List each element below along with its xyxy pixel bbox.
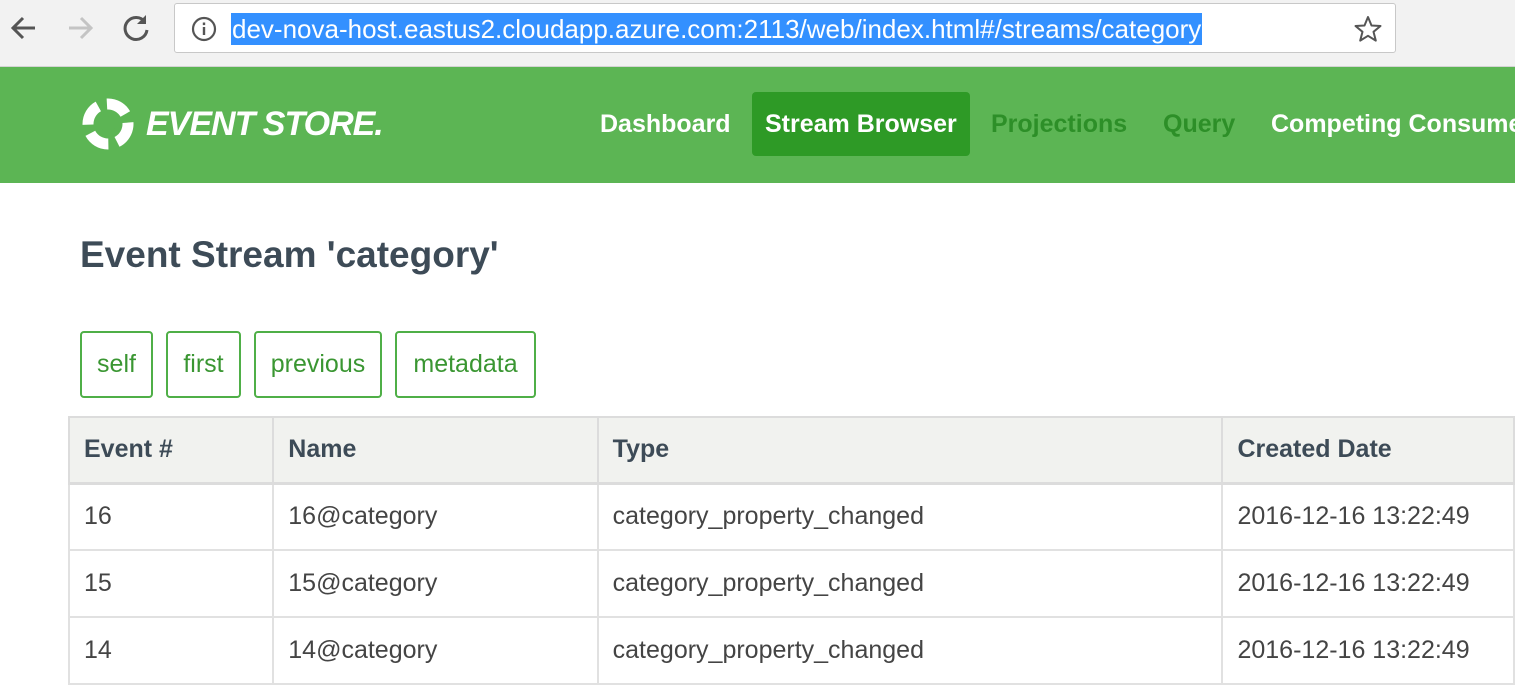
event-number-link[interactable]: 14	[67, 616, 275, 685]
forward-button[interactable]	[62, 10, 98, 46]
info-icon[interactable]	[191, 16, 217, 42]
reload-button[interactable]	[118, 10, 154, 46]
events-table: Event # Name Type Created Date 16 16@cat…	[67, 416, 1515, 685]
self-link-button[interactable]: self	[80, 331, 153, 398]
event-name-link[interactable]: 16@category	[272, 482, 599, 551]
event-created-date: 2016-12-16 13:22:49	[1221, 616, 1515, 685]
metadata-link-button[interactable]: metadata	[395, 331, 536, 398]
column-header-created-date[interactable]: Created Date	[1221, 416, 1515, 485]
arrow-left-icon	[10, 16, 35, 40]
table-row: 14 14@category category_property_changed…	[67, 616, 1515, 685]
table-header-row: Event # Name Type Created Date	[67, 416, 1515, 485]
event-number-link[interactable]: 15	[67, 549, 275, 618]
column-header-event-number[interactable]: Event #	[67, 416, 275, 485]
back-button[interactable]	[6, 10, 42, 46]
star-icon[interactable]	[1353, 14, 1383, 44]
brand-name: EVENT STORE.	[146, 104, 384, 143]
browser-toolbar: dev-nova-host.eastus2.cloudapp.azure.com…	[0, 0, 1515, 67]
event-type: category_property_changed	[596, 549, 1224, 618]
column-header-type[interactable]: Type	[596, 416, 1224, 485]
nav-query[interactable]: Query	[1150, 92, 1248, 156]
table-row: 16 16@category category_property_changed…	[67, 482, 1515, 551]
nav-projections[interactable]: Projections	[978, 92, 1140, 156]
previous-link-button[interactable]: previous	[254, 331, 382, 398]
nav-competing-consumers[interactable]: Competing Consume	[1258, 92, 1515, 156]
reload-icon	[123, 15, 149, 41]
arrow-right-icon	[69, 16, 94, 40]
app-navbar: EVENT STORE. Dashboard Stream Browser Pr…	[0, 67, 1515, 183]
address-bar[interactable]: dev-nova-host.eastus2.cloudapp.azure.com…	[174, 3, 1396, 53]
nav-dashboard[interactable]: Dashboard	[587, 92, 744, 156]
event-name-link[interactable]: 14@category	[272, 616, 599, 685]
event-type: category_property_changed	[596, 482, 1224, 551]
event-created-date: 2016-12-16 13:22:49	[1221, 549, 1515, 618]
url-text[interactable]: dev-nova-host.eastus2.cloudapp.azure.com…	[231, 13, 1203, 45]
table-row: 15 15@category category_property_changed…	[67, 549, 1515, 618]
nav-stream-browser[interactable]: Stream Browser	[752, 92, 970, 156]
first-link-button[interactable]: first	[166, 331, 241, 398]
event-name-link[interactable]: 15@category	[272, 549, 599, 618]
event-store-logo[interactable]: EVENT STORE.	[80, 94, 384, 154]
event-store-logo-icon	[82, 98, 134, 150]
event-number-link[interactable]: 16	[67, 482, 275, 551]
column-header-name[interactable]: Name	[272, 416, 599, 485]
page-title: Event Stream 'category'	[80, 234, 499, 275]
event-created-date: 2016-12-16 13:22:49	[1221, 482, 1515, 551]
event-type: category_property_changed	[596, 616, 1224, 685]
